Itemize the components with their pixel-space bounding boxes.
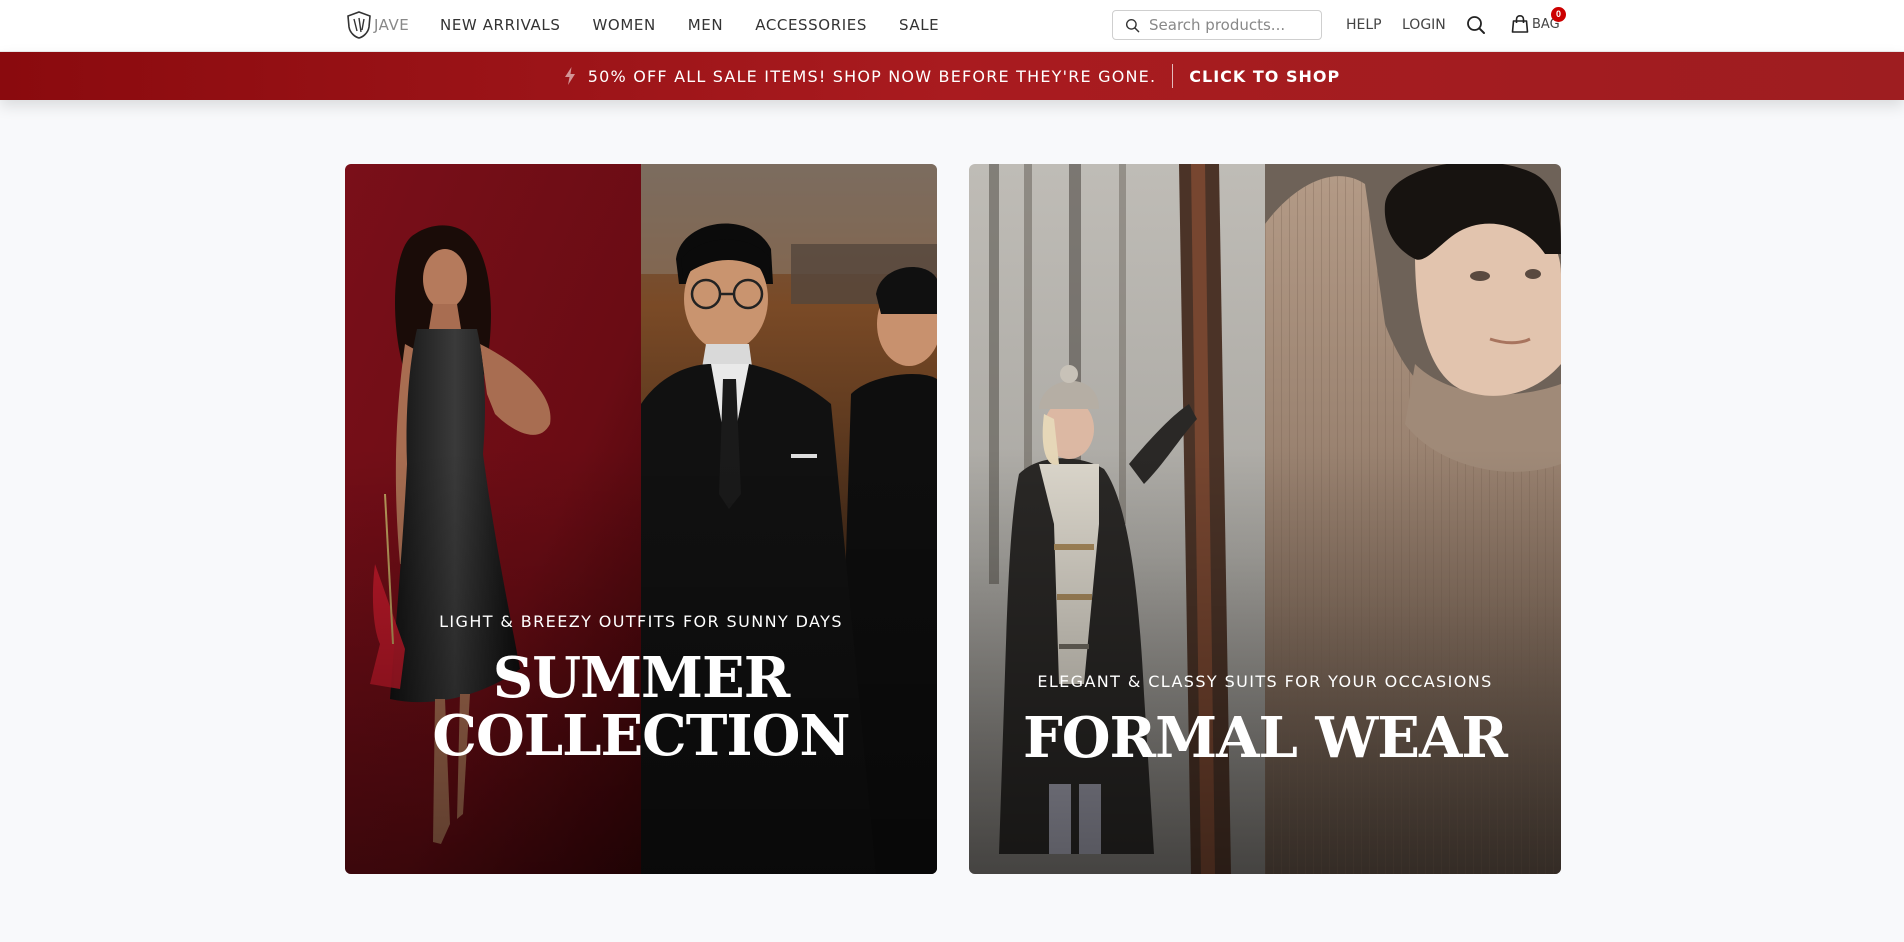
nav-women[interactable]: WOMEN — [592, 16, 655, 34]
summer-card-text: LIGHT & BREEZY OUTFITS FOR SUNNY DAYS SU… — [345, 612, 937, 765]
summer-collection-card[interactable]: LIGHT & BREEZY OUTFITS FOR SUNNY DAYS SU… — [345, 164, 937, 874]
card-subtitle: ELEGANT & CLASSY SUITS FOR YOUR OCCASION… — [1037, 672, 1493, 691]
site-header: JAVE NEW ARRIVALS WOMEN MEN ACCESSORIES … — [0, 0, 1904, 52]
promo-text: 50% OFF ALL SALE ITEMS! SHOP NOW BEFORE … — [587, 66, 1157, 86]
formal-wear-card[interactable]: ELEGANT & CLASSY SUITS FOR YOUR OCCASION… — [969, 164, 1561, 874]
nav-men[interactable]: MEN — [688, 16, 723, 34]
bag-count-badge: 0 — [1551, 7, 1566, 22]
card-title-line: FORMAL WEAR — [1023, 705, 1508, 771]
shield-logo-icon — [347, 11, 371, 39]
search-icon — [1125, 18, 1140, 32]
card-title-line: COLLECTION — [432, 703, 850, 769]
main-nav: NEW ARRIVALS WOMEN MEN ACCESSORIES SALE — [440, 0, 971, 50]
card-title-line: SUMMER — [492, 645, 790, 711]
help-link[interactable]: HELP — [1346, 17, 1382, 33]
formal-card-text: ELEGANT & CLASSY SUITS FOR YOUR OCCASION… — [969, 672, 1561, 767]
logo[interactable]: JAVE — [344, 9, 409, 41]
click-to-shop-link[interactable]: CLICK TO SHOP — [1189, 67, 1340, 86]
card-subtitle: LIGHT & BREEZY OUTFITS FOR SUNNY DAYS — [439, 612, 843, 631]
shopping-bag-icon — [1511, 14, 1529, 33]
nav-new-arrivals[interactable]: NEW ARRIVALS — [440, 16, 560, 34]
promo-divider — [1172, 64, 1174, 88]
login-link[interactable]: LOGIN — [1402, 17, 1446, 33]
nav-accessories[interactable]: ACCESSORIES — [755, 16, 867, 34]
bolt-icon — [564, 67, 575, 85]
search-box[interactable] — [1112, 10, 1322, 40]
logo-text: JAVE — [374, 16, 410, 34]
card-title: FORMAL WEAR — [969, 709, 1561, 767]
nav-sale[interactable]: SALE — [899, 16, 939, 34]
card-title: SUMMER COLLECTION — [345, 649, 937, 765]
search-input[interactable] — [1149, 16, 1319, 34]
search-icon[interactable] — [1466, 15, 1486, 35]
bag-button[interactable]: BAG 0 — [1510, 7, 1566, 34]
promo-banner: 50% OFF ALL SALE ITEMS! SHOP NOW BEFORE … — [0, 52, 1904, 100]
